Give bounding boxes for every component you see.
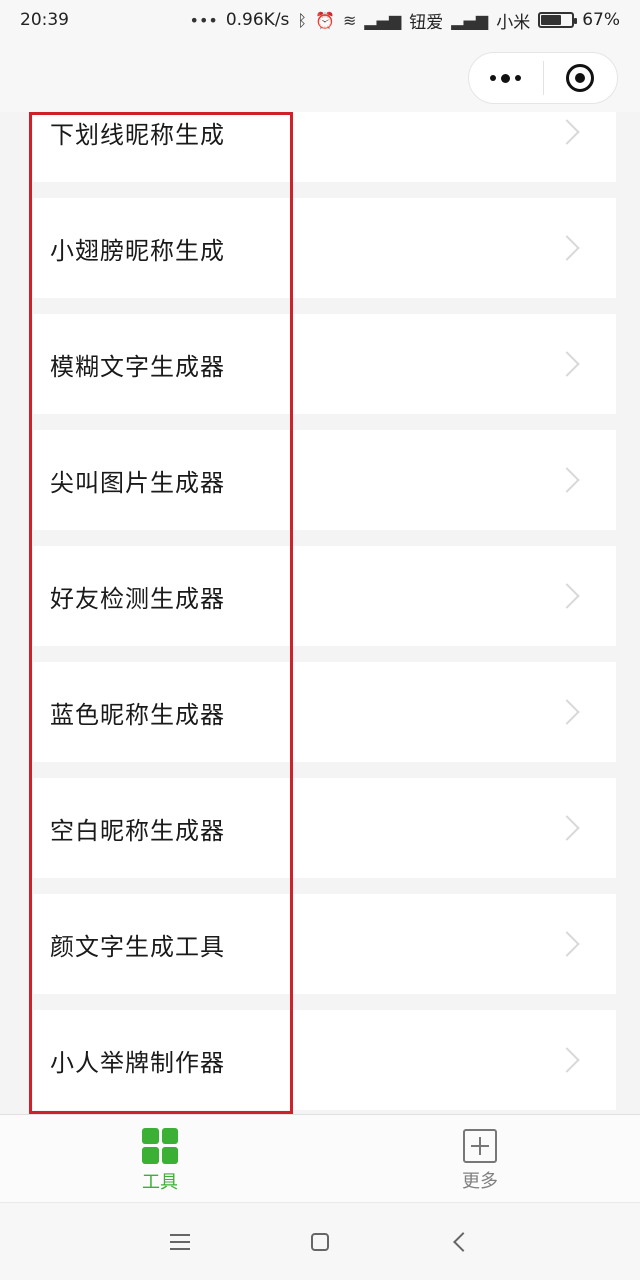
chevron-right-icon <box>554 351 580 377</box>
tool-list-item[interactable]: 小人举牌制作器 <box>33 1010 616 1110</box>
alarm-icon: ⏰ <box>315 10 335 30</box>
chevron-right-icon <box>554 235 580 261</box>
miniprogram-capsule <box>468 52 618 104</box>
tool-item-label: 下划线昵称生成 <box>50 120 225 149</box>
bluetooth-icon: ᛒ <box>297 10 308 30</box>
tab-tools-label: 工具 <box>142 1171 178 1193</box>
tool-list-viewport[interactable]: 下划线昵称生成 小翅膀昵称生成 模糊文字生成器 尖叫图片生成器 好友检测生成器 蓝色昵称生… <box>0 112 640 1114</box>
more-dots-icon: ••• <box>189 10 218 30</box>
tab-bar: 工具 更多 <box>0 1114 640 1202</box>
back-icon <box>453 1231 473 1252</box>
close-target-icon <box>566 64 595 92</box>
tool-item-label: 模糊文字生成器 <box>50 352 225 381</box>
tool-item-label: 蓝色昵称生成器 <box>50 700 225 729</box>
more-dots-icon <box>490 73 522 83</box>
tool-list-item[interactable]: 蓝色昵称生成器 <box>33 662 616 762</box>
chevron-right-icon <box>554 119 580 145</box>
status-indicators: ••• 0.96K/s ᛒ ⏰ ≋ ▂▄▆ 钮爱 ▂▄▆ 小米 67% <box>190 8 620 33</box>
tool-item-label: 小翅膀昵称生成 <box>50 236 225 265</box>
chevron-right-icon <box>554 467 580 493</box>
tool-list-item[interactable]: 尖叫图片生成器 <box>33 430 616 530</box>
tool-list-item[interactable]: 小翅膀昵称生成 <box>33 198 616 298</box>
tool-list-item[interactable]: 模糊文字生成器 <box>33 314 616 414</box>
carrier-1: 钮爱 <box>409 12 444 33</box>
battery-icon <box>538 12 578 28</box>
tab-more[interactable]: 更多 <box>320 1115 640 1202</box>
battery-fill <box>541 15 562 25</box>
tool-item-label: 好友检测生成器 <box>50 584 225 613</box>
home-icon <box>311 1232 329 1251</box>
battery-percent: 67% <box>582 10 620 30</box>
chevron-right-icon <box>554 699 580 725</box>
tool-list-item[interactable]: 颜文字生成工具 <box>33 894 616 994</box>
title-bar <box>0 40 640 112</box>
tool-item-label: 尖叫图片生成器 <box>50 468 225 497</box>
grid-icon <box>142 1127 178 1164</box>
tab-tools[interactable]: 工具 <box>0 1115 320 1202</box>
signal-icon-2: ▂▄▆ <box>451 10 489 30</box>
tool-list-item[interactable]: 好友检测生成器 <box>33 546 616 646</box>
chevron-right-icon <box>554 583 580 609</box>
chevron-right-icon <box>554 1047 580 1073</box>
chevron-right-icon <box>554 815 580 841</box>
wifi-icon: ≋ <box>342 10 357 30</box>
status-bar: 20:39 ••• 0.96K/s ᛒ ⏰ ≋ ▂▄▆ 钮爱 ▂▄▆ 小米 67… <box>0 0 640 40</box>
network-speed: 0.96K/s <box>225 10 290 30</box>
tab-more-label: 更多 <box>462 1170 498 1192</box>
menu-button[interactable] <box>160 1222 200 1262</box>
status-time: 20:39 <box>20 10 69 30</box>
tool-item-label: 小人举牌制作器 <box>50 1048 225 1077</box>
back-button[interactable] <box>440 1222 480 1262</box>
tool-item-label: 空白昵称生成器 <box>50 816 225 845</box>
home-button[interactable] <box>300 1222 340 1262</box>
menu-icon <box>170 1233 190 1250</box>
system-nav-bar <box>0 1202 640 1280</box>
carrier-2: 小米 <box>496 12 531 33</box>
signal-icon-1: ▂▄▆ <box>364 10 402 30</box>
tool-item-label: 颜文字生成工具 <box>50 932 225 961</box>
more-menu-button[interactable] <box>469 53 543 103</box>
plus-box-icon <box>463 1128 497 1163</box>
tool-list-item[interactable]: 下划线昵称生成 <box>33 112 616 182</box>
tool-list-item[interactable]: 空白昵称生成器 <box>33 778 616 878</box>
chevron-right-icon <box>554 931 580 957</box>
close-miniprogram-button[interactable] <box>544 53 618 103</box>
